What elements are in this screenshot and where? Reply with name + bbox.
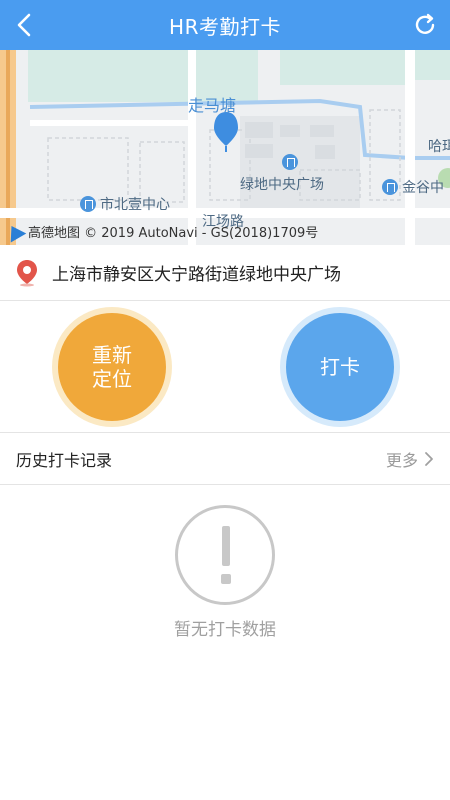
- more-button[interactable]: 更多: [386, 447, 434, 471]
- punch-button-label: 打卡: [320, 355, 360, 379]
- warning-icon: [175, 505, 275, 605]
- map-copyright-text: 高德地图 © 2019 AutoNavi - GS(2018)1709号: [28, 226, 319, 241]
- relocate-button-label: 重新定位: [92, 343, 132, 391]
- empty-state-text: 暂无打卡数据: [174, 620, 276, 640]
- building-icon: [80, 196, 96, 212]
- map-label-shibei-text: 市北壹中心: [100, 197, 170, 213]
- map-label-zoumatang: 走马塘: [188, 96, 237, 115]
- map-label-lvdi: 绿地中央广场: [240, 177, 324, 193]
- building-icon: [382, 179, 398, 195]
- app-header: HR考勤打卡: [0, 0, 450, 50]
- map-view[interactable]: 走马塘 绿地中央广场 市北壹中心 金谷中 哈珥 江场路 高德地图 © 2019 …: [0, 50, 450, 245]
- chevron-left-icon: [17, 13, 31, 37]
- location-pin-icon: [17, 259, 37, 286]
- relocate-button[interactable]: 重新定位: [58, 313, 166, 421]
- map-copyright: 高德地图 © 2019 AutoNavi - GS(2018)1709号: [3, 221, 319, 243]
- punch-button[interactable]: 打卡: [286, 313, 394, 421]
- empty-state: 暂无打卡数据: [0, 505, 450, 645]
- history-header: 历史打卡记录 更多: [0, 433, 450, 485]
- action-buttons: 重新定位 打卡: [0, 301, 450, 433]
- more-label: 更多: [385, 450, 418, 470]
- history-title: 历史打卡记录: [16, 450, 113, 470]
- map-label-shibei: 市北壹中心: [80, 194, 170, 214]
- refresh-button[interactable]: [410, 10, 440, 40]
- page-title: HR考勤打卡: [169, 14, 281, 39]
- map-label-jinggu-text: 金谷中: [402, 180, 444, 196]
- map-label-hapian: 哈珥: [428, 139, 450, 155]
- map-label-lvdi-icon-wrap: [282, 154, 302, 171]
- location-address: 上海市静安区大宁路街道绿地中央广场: [52, 265, 341, 285]
- chevron-right-icon: [425, 451, 433, 466]
- map-label-jinggu: 金谷中: [382, 177, 444, 197]
- back-button[interactable]: [8, 8, 42, 42]
- building-icon: [282, 154, 298, 170]
- location-row: 上海市静安区大宁路街道绿地中央广场: [0, 245, 450, 301]
- refresh-icon: [415, 13, 435, 34]
- amap-logo-icon: [3, 221, 27, 243]
